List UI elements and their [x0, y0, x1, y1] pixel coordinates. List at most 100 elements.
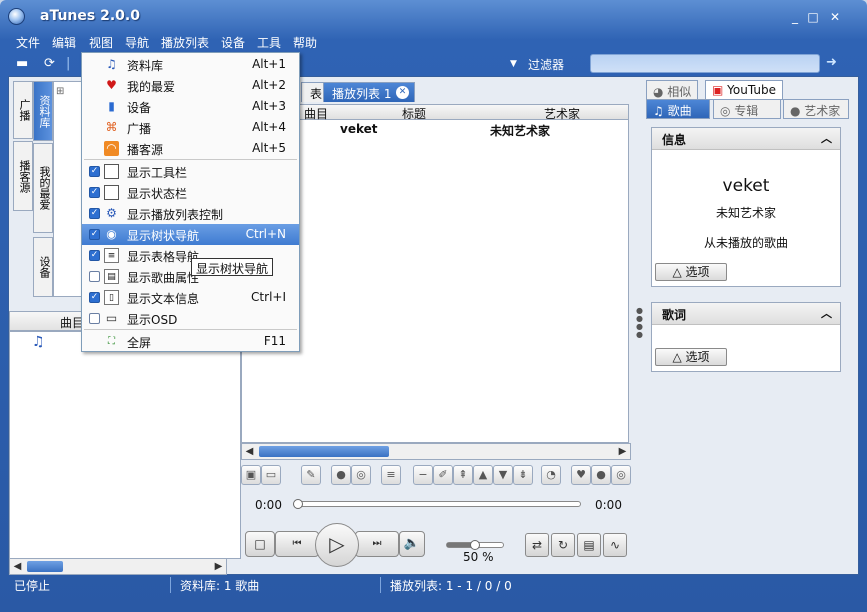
clean-icon[interactable]: ✎ — [301, 465, 321, 485]
maximize-button[interactable]: □ — [805, 10, 821, 24]
tooltip: 显示树状导航 — [191, 258, 274, 276]
move-up-icon[interactable]: ▲ — [473, 465, 493, 485]
repeat-button[interactable]: ↻ — [551, 533, 575, 557]
volume-icon[interactable]: 🔈 — [399, 531, 425, 557]
navigator-scrollbar[interactable]: ◀ ▶ — [9, 558, 227, 575]
lyrics-panel-header[interactable]: 歌词 ︿ — [652, 303, 840, 325]
menu-item-podcast[interactable]: ◠ 播客源 Alt+5 — [82, 138, 299, 159]
collapse-icon[interactable]: ︿ — [821, 305, 832, 321]
menu-playlist[interactable]: 播放列表 — [161, 34, 209, 51]
progress-slider[interactable] — [293, 499, 581, 509]
menu-navigate[interactable]: 导航 — [125, 34, 149, 51]
menu-item-show-statusbar[interactable]: ✓ 显示状态栏 — [82, 182, 299, 203]
menu-devices[interactable]: 设备 — [221, 34, 245, 51]
tab-playlist-1[interactable]: 播放列表 1 ✕ — [323, 82, 415, 102]
menu-item-show-playlist-controls[interactable]: ✓ ⚙ 显示播放列表控制 — [82, 203, 299, 224]
menu-item-shortcut: Alt+2 — [252, 78, 286, 92]
collapse-icon[interactable]: ︿ — [821, 130, 832, 146]
scroll-thumb[interactable] — [27, 561, 63, 572]
menu-edit[interactable]: 编辑 — [52, 34, 76, 51]
menu-item-library[interactable]: ♫ 资料库 Alt+1 — [82, 54, 299, 75]
scroll-left-icon[interactable]: ◀ — [242, 444, 257, 459]
checkbox-checked-icon[interactable]: ✓ — [89, 166, 100, 177]
move-top-icon[interactable]: ⇞ — [453, 465, 473, 485]
save-playlist-icon[interactable]: ▣ — [241, 465, 261, 485]
checkbox-checked-icon[interactable]: ✓ — [89, 229, 100, 240]
favorite-album-icon[interactable]: ◎ — [611, 465, 631, 485]
equalizer-button[interactable]: ∿ — [603, 533, 627, 557]
menu-help[interactable]: 帮助 — [293, 34, 317, 51]
tab-similar[interactable]: ◕ 相似 — [646, 80, 699, 100]
refresh-icon[interactable]: ⟳ — [44, 56, 55, 71]
stats-icon[interactable]: ◔ — [541, 465, 561, 485]
info-panel-header[interactable]: 信息 ︿ — [652, 128, 840, 150]
tab-radio[interactable]: 广播 — [13, 81, 33, 139]
tree-expand-icon[interactable]: ⊞ — [56, 86, 64, 97]
artist-icon[interactable]: ● — [331, 465, 351, 485]
menu-item-fullscreen[interactable]: ⛶ 全屏 F11 — [82, 331, 299, 352]
list-icon[interactable]: ≡ — [381, 465, 401, 485]
info-options-label: 选项 — [685, 265, 710, 279]
menu-item-show-toolbar[interactable]: ✓ 显示工具栏 — [82, 161, 299, 182]
splitter-grip-icon[interactable]: ● ● ● ● — [636, 307, 643, 339]
remove-icon[interactable]: − — [413, 465, 433, 485]
info-options-button[interactable]: △ 选项 — [655, 263, 727, 281]
progress-knob[interactable] — [293, 499, 303, 509]
checkbox-checked-icon[interactable]: ✓ — [89, 187, 100, 198]
menu-file[interactable]: 文件 — [16, 34, 40, 51]
volume-slider[interactable] — [446, 540, 504, 550]
context-panel: ◕ 相似 ▣ YouTube ♫ 歌曲 ◎ 专辑 ● 艺术家 信息 ︿ veke… — [643, 77, 860, 576]
navigator-table[interactable]: ♫ — [9, 331, 241, 559]
tab-library[interactable]: 资料库 — [33, 81, 53, 141]
row-artist[interactable]: 未知艺术家 — [490, 122, 550, 139]
clear-icon[interactable]: ✐ — [433, 465, 453, 485]
lyrics-options-button[interactable]: △ 选项 — [655, 348, 727, 366]
minimize-button[interactable]: _ — [787, 10, 803, 24]
tab-youtube[interactable]: ▣ YouTube — [705, 80, 783, 100]
karaoke-button[interactable]: ▤ — [577, 533, 601, 557]
scroll-thumb[interactable] — [259, 446, 389, 457]
favorite-icon[interactable]: ♥ — [571, 465, 591, 485]
scroll-right-icon[interactable]: ▶ — [615, 444, 630, 459]
filter-input[interactable] — [590, 54, 820, 73]
scroll-right-icon[interactable]: ▶ — [211, 559, 226, 574]
tab-artist[interactable]: ● 艺术家 — [783, 99, 849, 119]
move-bottom-icon[interactable]: ⇟ — [513, 465, 533, 485]
tab-song[interactable]: ♫ 歌曲 — [646, 99, 710, 119]
open-folder-icon[interactable]: ▭ — [261, 465, 281, 485]
shuffle-button[interactable]: ⇄ — [525, 533, 549, 557]
scroll-left-icon[interactable]: ◀ — [10, 559, 25, 574]
menu-view[interactable]: 视图 — [89, 34, 113, 51]
favorite-artist-icon[interactable]: ● — [591, 465, 611, 485]
menu-item-radio[interactable]: ⌘ 广播 Alt+4 — [82, 117, 299, 138]
play-button[interactable]: ▷ — [315, 523, 359, 567]
stop-button[interactable]: □ — [245, 531, 275, 557]
album-icon[interactable]: ◎ — [351, 465, 371, 485]
tab-album[interactable]: ◎ 专辑 — [713, 99, 781, 119]
tab-devices[interactable]: 设备 — [33, 237, 53, 297]
move-down-icon[interactable]: ▼ — [493, 465, 513, 485]
close-button[interactable]: ✕ — [827, 10, 843, 24]
menu-item-show-osd[interactable]: ▭ 显示OSD — [82, 308, 299, 329]
next-button[interactable]: ⏭ — [355, 531, 399, 557]
previous-button[interactable]: ⏮ — [275, 531, 319, 557]
menu-item-devices[interactable]: ▮ 设备 Alt+3 — [82, 96, 299, 117]
close-tab-icon[interactable]: ✕ — [396, 86, 409, 99]
checkbox-checked-icon[interactable]: ✓ — [89, 250, 100, 261]
menu-tools[interactable]: 工具 — [257, 34, 281, 51]
row-title[interactable]: veket — [340, 122, 378, 136]
menu-item-show-tree-navigator[interactable]: ✓ ◉ 显示树状导航 Ctrl+N — [82, 224, 299, 245]
filter-dropdown-icon[interactable]: ▼ — [510, 59, 517, 69]
menu-item-favorites[interactable]: ♥ 我的最爱 Alt+2 — [82, 75, 299, 96]
tab-podcast[interactable]: 播客源 — [13, 141, 33, 211]
filter-go-icon[interactable]: ➜ — [826, 55, 837, 70]
playlist-scrollbar[interactable]: ◀ ▶ — [241, 443, 631, 460]
checkbox-checked-icon[interactable]: ✓ — [89, 292, 100, 303]
checkbox-unchecked-icon[interactable] — [89, 313, 100, 324]
volume-knob[interactable] — [470, 540, 480, 550]
folder-icon[interactable]: ▬ — [16, 56, 28, 71]
menu-item-show-text-info[interactable]: ✓ ▯ 显示文本信息 Ctrl+I — [82, 287, 299, 308]
checkbox-checked-icon[interactable]: ✓ — [89, 208, 100, 219]
tab-favorites[interactable]: 我的最爱 — [33, 143, 53, 233]
checkbox-unchecked-icon[interactable] — [89, 271, 100, 282]
